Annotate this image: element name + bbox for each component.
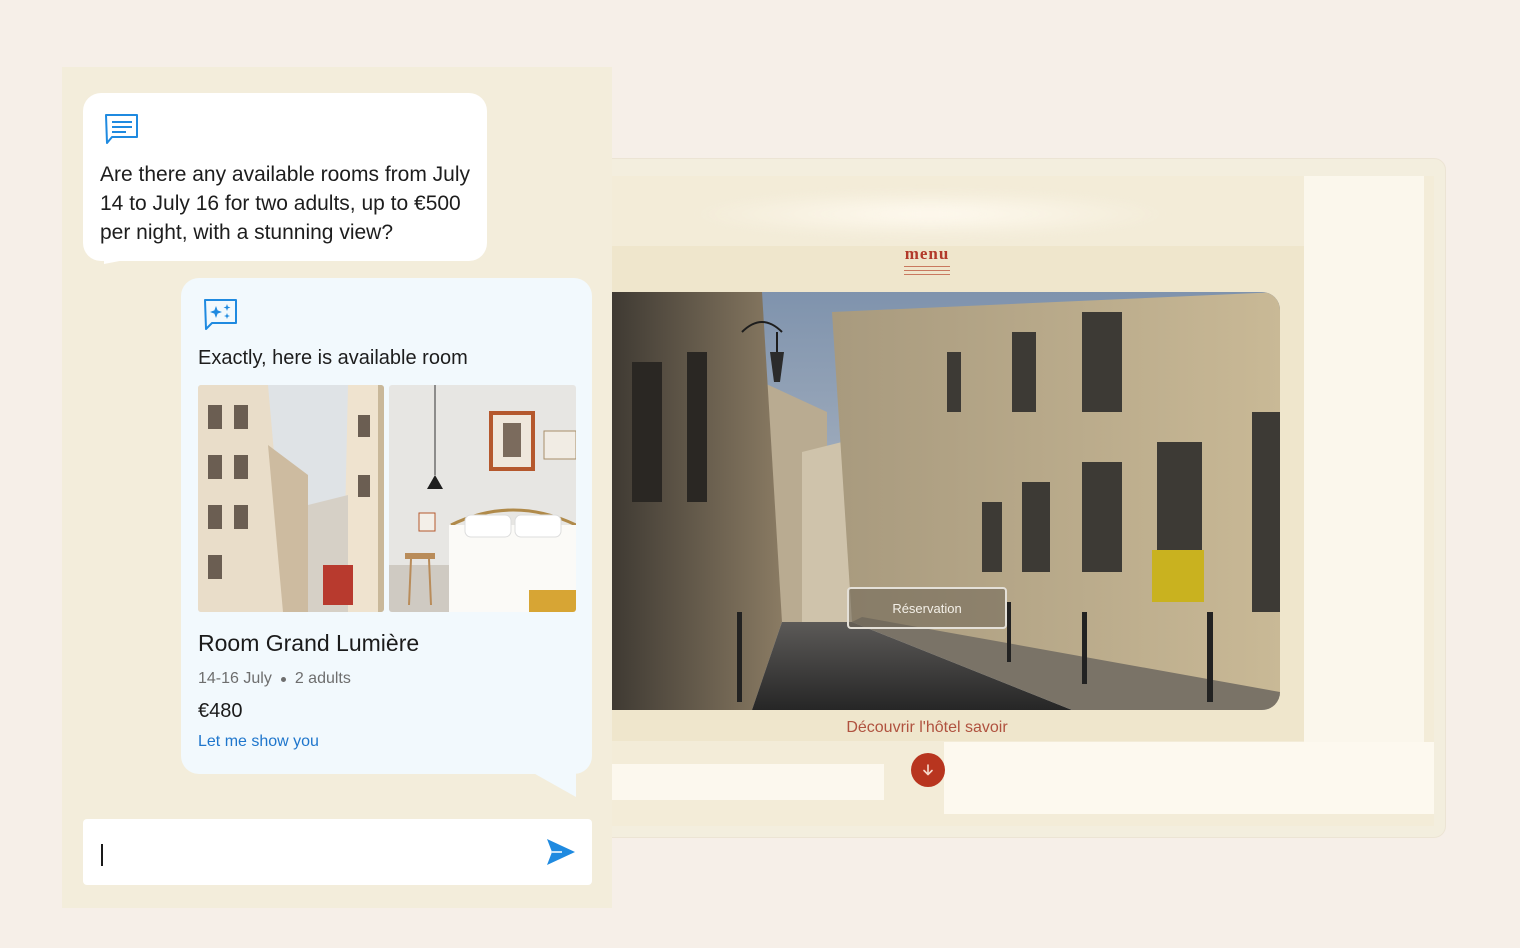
room-bedroom-image[interactable] xyxy=(389,385,576,612)
user-message-text: Are there any available rooms from July … xyxy=(100,163,470,244)
website-footer-block xyxy=(944,742,1434,814)
room-details: 14-16 July 2 adults xyxy=(198,670,351,688)
separator-dot xyxy=(280,676,286,682)
website-footer-block xyxy=(612,764,884,800)
sparkle-message-icon xyxy=(204,299,237,330)
website-header-blur xyxy=(680,190,1180,238)
menu-label[interactable]: menu xyxy=(896,245,958,262)
hero-street-photo xyxy=(612,292,1280,710)
chat-input[interactable] xyxy=(100,838,524,870)
website-menu[interactable]: menu xyxy=(896,245,958,278)
ai-bubble-tail xyxy=(528,770,576,797)
show-room-link[interactable]: Let me show you xyxy=(198,733,319,751)
reservation-button[interactable]: Réservation xyxy=(847,587,1007,629)
room-title: Room Grand Lumière xyxy=(198,630,420,656)
scroll-down-button[interactable] xyxy=(911,753,945,787)
room-price: €480 xyxy=(198,700,243,722)
room-street-view-image[interactable] xyxy=(198,385,384,612)
message-icon xyxy=(105,114,138,144)
room-guests: 2 adults xyxy=(294,670,351,687)
user-bubble-tail xyxy=(104,256,146,280)
website-side-panel xyxy=(1304,176,1424,742)
arrow-down-icon xyxy=(923,764,933,776)
hamburger-icon[interactable] xyxy=(904,266,950,275)
ai-reply-heading: Exactly, here is available room xyxy=(198,347,468,369)
room-dates: 14-16 July xyxy=(198,670,272,687)
text-cursor xyxy=(101,844,103,866)
discover-hotel-text: Découvrir l'hôtel savoir xyxy=(846,719,1008,736)
send-icon[interactable] xyxy=(546,838,576,866)
